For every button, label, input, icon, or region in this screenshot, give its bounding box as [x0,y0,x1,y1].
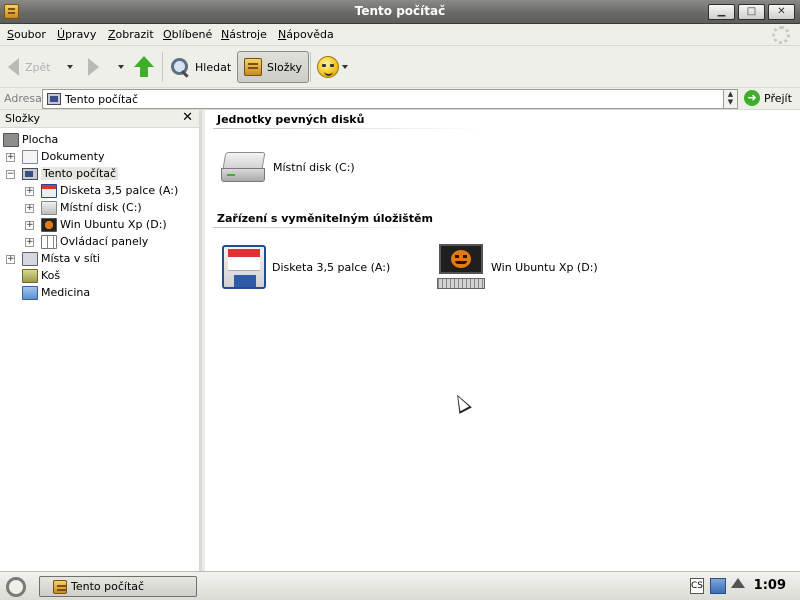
back-arrow-icon [8,58,19,76]
clock[interactable]: 1:09 [754,578,786,593]
chevron-down-icon [67,65,73,69]
go-button[interactable]: ➜ Přejít [744,90,792,106]
activity-throbber-icon [772,26,790,44]
trash-icon [22,268,38,283]
toolbar-separator [162,52,163,82]
forward-arrow-icon [88,58,99,76]
title-bar[interactable]: Tento počítač ▁ □ ✕ [0,0,800,24]
address-value: Tento počítač [65,93,139,106]
minimize-button[interactable]: ▁ [708,4,735,20]
tree-item-medicina[interactable]: Medicina [22,284,90,301]
tree-item-trash[interactable]: Koš [22,267,60,284]
tree-item-cd-drive[interactable]: Win Ubuntu Xp (D:) [41,216,167,233]
computer-icon [47,93,61,105]
menu-file[interactable]: Soubor [7,28,46,41]
drive-item-local-disk[interactable]: Místní disk (C:) [221,152,355,182]
hard-disk-icon [41,200,57,215]
tree-item-local-disk[interactable]: Místní disk (C:) [41,199,142,216]
go-arrow-icon: ➜ [744,90,760,106]
tree-item-desktop[interactable]: Plocha [3,131,58,148]
maximize-button[interactable]: □ [738,4,765,20]
menu-edit[interactable]: Úpravy [57,28,96,41]
taskbar-window-button[interactable]: Tento počítač [39,576,197,597]
folder-icon [53,579,67,594]
expand-toggle[interactable]: + [25,221,34,230]
menu-help[interactable]: Nápověda [278,28,334,41]
folder-pane-title: Složky [5,112,41,125]
toolbar-separator [310,52,311,82]
up-arrow-icon [134,56,154,78]
group-header-hard-disks: Jednotky pevných disků [217,113,365,126]
group-divider [213,128,483,129]
tree-item-network[interactable]: Místa v síti [22,250,100,267]
close-pane-button[interactable]: ✕ [182,110,193,125]
control-panel-icon [41,234,57,249]
search-icon [170,57,190,77]
menu-tools[interactable]: Nástroje [221,28,267,41]
start-menu-button[interactable] [6,577,26,597]
network-status-icon[interactable] [710,578,726,594]
taskbar: Tento počítač CS 1:09 [0,571,800,600]
chevron-down-icon [342,65,348,69]
network-icon [22,251,38,266]
folder-icon [22,285,38,300]
eject-icon[interactable] [731,578,745,588]
expand-toggle[interactable]: + [6,153,15,162]
content-view: Jednotky pevných disků Místní disk (C:) … [205,110,800,571]
back-button[interactable]: Zpět [8,52,51,82]
collapse-toggle[interactable]: − [6,170,15,179]
expand-toggle[interactable]: + [25,204,34,213]
folder-icon [244,58,262,76]
address-label: Adresa [4,92,42,105]
group-header-removable: Zařízení s vyměnitelným úložištěm [217,212,433,225]
floppy-icon [222,245,266,289]
folders-button[interactable]: Složky [237,51,310,83]
address-bar: Adresa Tento počítač ▲ ▼ ➜ Přejít [0,88,800,110]
search-button[interactable]: Hledat [170,52,231,82]
forward-button[interactable] [88,52,99,82]
expand-toggle[interactable]: + [6,255,15,264]
folder-tree-pane: Složky ✕ Plocha + Dokumenty − Tento počí… [0,110,202,571]
address-input[interactable]: Tento počítač ▲ ▼ [42,89,738,109]
cd-drive-icon [41,217,57,232]
up-button[interactable] [134,52,154,82]
tree-item-documents[interactable]: Dokumenty [22,148,104,165]
chevron-down-icon [118,65,124,69]
back-history-dropdown[interactable] [67,52,73,82]
tree-item-control-panel[interactable]: Ovládací panely [41,233,148,250]
computer-icon [22,167,38,180]
folder-pane-header: Složky ✕ [0,110,199,128]
emoticon-menu-button[interactable] [317,52,348,82]
drive-item-floppy[interactable]: Disketa 3,5 palce (A:) [222,245,390,289]
desktop-icon [3,132,19,147]
expand-toggle[interactable]: + [25,187,34,196]
group-divider [213,227,443,228]
menu-view[interactable]: Zobrazit [108,28,154,41]
drive-item-cd[interactable]: Win Ubuntu Xp (D:) [437,244,598,290]
address-dropdown-button[interactable]: ▲ ▼ [723,90,737,108]
floppy-icon [41,183,57,198]
tree-item-floppy[interactable]: Disketa 3,5 palce (A:) [41,182,178,199]
forward-history-dropdown[interactable] [118,52,124,82]
hard-disk-icon [221,152,267,182]
toolbar: Zpět Hledat Složky [0,46,800,88]
documents-icon [22,149,38,164]
menu-bar: Soubor Úpravy Zobrazit Oblíbené Nástroje… [0,24,800,46]
keyboard-layout-indicator[interactable]: CS [690,578,704,594]
tree-item-this-computer[interactable]: Tento počítač [22,165,119,182]
close-button[interactable]: ✕ [768,4,795,20]
smiley-icon [317,56,339,78]
window-title: Tento počítač [354,4,446,18]
menu-favorites[interactable]: Oblíbené [163,28,212,41]
cd-drive-icon [437,244,485,290]
expand-toggle[interactable]: + [25,238,34,247]
